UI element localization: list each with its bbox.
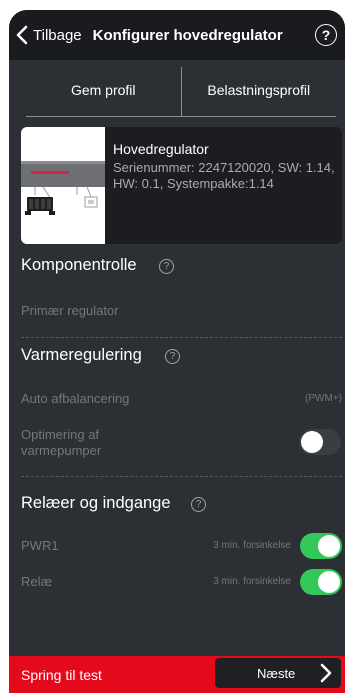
controller-illustration [21,161,105,215]
chevron-right-icon [320,663,332,683]
profile-tabs: Gem profil Belastningsprofil [26,63,336,117]
heatpump-optimization-label: Optimering af varmepumper [21,427,102,458]
tab-load-profile[interactable]: Belastningsprofil [182,63,337,116]
back-label: Tilbage [33,26,82,44]
relays-help-icon[interactable]: ? [191,497,206,512]
pwr1-label: PWR1 [21,538,59,553]
pwr1-toggle[interactable] [300,533,342,559]
device-image [21,127,105,244]
relay-delay: 3 min. forsinkelse [213,576,291,587]
skip-to-test-button[interactable]: Spring til test [21,667,102,683]
pwr1-delay: 3 min. forsinkelse [213,540,291,551]
tab-save-profile[interactable]: Gem profil [26,63,181,116]
toggle-knob [301,431,323,453]
primary-regulator-label[interactable]: Primær regulator [21,303,119,319]
relay-toggle[interactable] [300,569,342,595]
device-name: Hovedregulator [113,141,209,157]
toggle-knob [318,571,340,593]
app-screen: Tilbage Konfigurer hovedregulator ? Gem … [9,10,345,693]
device-card: Hovedregulator Serienummer: 2247120020, … [21,127,342,244]
section-divider [21,476,342,477]
page-title: Konfigurer hovedregulator [92,26,283,44]
relay-label: Relæ [21,574,53,589]
component-role-help-icon[interactable]: ? [159,259,174,274]
help-icon[interactable]: ? [315,24,337,46]
configuration-panel: Gem profil Belastningsprofil Hovedregula… [9,60,345,656]
heat-regulation-help-icon[interactable]: ? [165,349,180,364]
section-title-component-role: Komponentrolle [21,256,137,274]
back-button[interactable]: Tilbage [15,25,82,45]
next-button[interactable]: Næste [215,658,341,688]
next-label: Næste [257,666,296,681]
toggle-knob [318,535,340,557]
chevron-left-icon [16,25,28,45]
auto-balance-value: (PWM+) [305,393,342,404]
section-title-relays: Relæer og indgange [21,494,171,512]
heatpump-optimization-toggle[interactable] [299,429,341,455]
section-title-heat-regulation: Varmeregulering [21,346,142,364]
top-navigation-bar: Tilbage Konfigurer hovedregulator ? [9,10,345,60]
device-info: Serienummer: 2247120020, SW: 1.14, HW: 0… [113,160,335,191]
auto-balance-label: Auto afbalancering [21,391,130,406]
bottom-action-bar: Spring til test Næste [9,656,345,693]
section-divider [21,337,342,338]
